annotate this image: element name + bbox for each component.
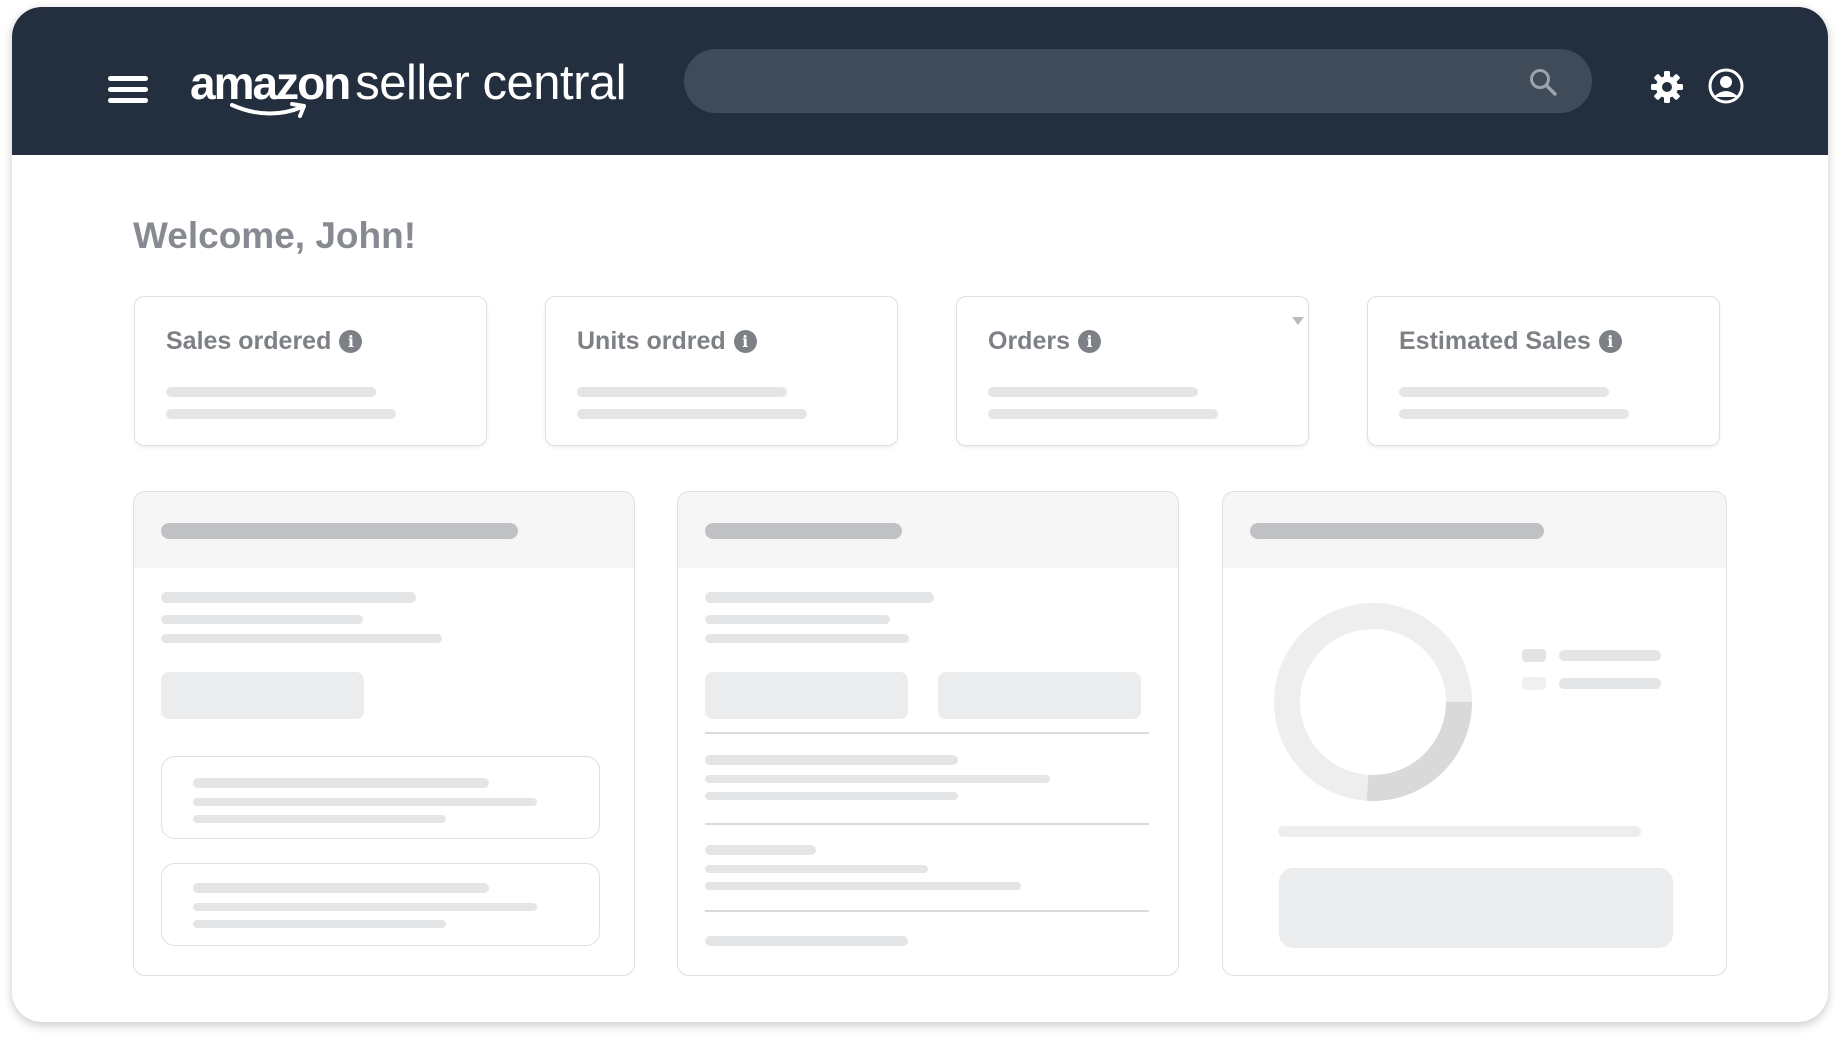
skeleton-line <box>1278 826 1641 837</box>
metric-title: Estimated Sales i <box>1399 327 1622 356</box>
user-circle-icon[interactable] <box>1707 67 1745 105</box>
skeleton-line <box>705 592 934 603</box>
skeleton-title <box>161 523 518 539</box>
info-icon[interactable]: i <box>733 330 757 353</box>
skeleton-line <box>193 778 489 788</box>
skeleton-line <box>161 592 416 603</box>
metric-label: Orders <box>988 327 1070 355</box>
logo-product-text: seller central <box>355 56 627 110</box>
skeleton-line <box>705 755 958 765</box>
skeleton-line <box>705 936 908 946</box>
skeleton-button[interactable] <box>705 672 908 719</box>
skeleton-line <box>577 387 787 397</box>
dashboard-panel-right <box>1222 491 1727 976</box>
app-window: amazon seller central Welcome, John! Sal… <box>12 7 1828 1022</box>
skeleton-button[interactable] <box>938 672 1141 719</box>
skeleton-line <box>1399 409 1629 419</box>
skeleton-line <box>193 920 446 928</box>
skeleton-title <box>1250 523 1544 539</box>
legend-swatch <box>1522 649 1546 662</box>
metric-card-sales-ordered[interactable]: Sales ordered i <box>134 296 487 446</box>
skeleton-line <box>705 882 1021 890</box>
divider <box>705 732 1149 734</box>
skeleton-line <box>705 634 909 643</box>
skeleton-button[interactable] <box>1279 868 1673 948</box>
skeleton-line <box>705 775 1050 783</box>
skeleton-line <box>705 845 816 855</box>
hamburger-menu-icon[interactable] <box>108 73 150 107</box>
metric-title: Sales ordered i <box>166 327 363 356</box>
donut-segment <box>1366 701 1472 801</box>
skeleton-line <box>705 615 890 624</box>
skeleton-line <box>1399 387 1609 397</box>
search-icon[interactable] <box>1528 67 1558 97</box>
search-bar[interactable] <box>684 49 1592 113</box>
panel-header <box>678 492 1178 568</box>
metric-card-orders[interactable]: Orders i <box>956 296 1309 446</box>
skeleton-title <box>705 523 902 539</box>
dropdown-caret-icon[interactable] <box>1292 317 1304 325</box>
skeleton-line <box>193 798 537 806</box>
skeleton-line <box>193 815 446 823</box>
panel-header <box>134 492 634 568</box>
info-icon[interactable]: i <box>1598 330 1622 353</box>
metric-label: Estimated Sales <box>1399 327 1591 355</box>
skeleton-line <box>161 615 363 624</box>
skeleton-button[interactable] <box>161 672 364 719</box>
skeleton-line <box>193 903 537 911</box>
skeleton-line <box>193 883 489 893</box>
amazon-seller-central-logo[interactable]: amazon seller central <box>190 55 627 125</box>
skeleton-line <box>166 387 376 397</box>
info-icon[interactable]: i <box>339 330 363 353</box>
metric-title: Units ordred i <box>577 327 757 356</box>
search-input[interactable] <box>714 59 1494 103</box>
skeleton-line <box>166 409 396 419</box>
dashboard-panel-middle <box>677 491 1179 976</box>
info-icon[interactable]: i <box>1077 330 1101 353</box>
gear-icon[interactable] <box>1649 69 1685 105</box>
welcome-heading: Welcome, John! <box>133 215 417 256</box>
skeleton-line <box>705 865 928 873</box>
metric-label: Units ordred <box>577 327 726 355</box>
skeleton-line <box>577 409 807 419</box>
skeleton-line <box>988 409 1218 419</box>
donut-chart <box>1274 603 1472 801</box>
dashboard-panel-left <box>133 491 635 976</box>
metric-label: Sales ordered <box>166 327 332 355</box>
list-item-card[interactable] <box>161 756 600 839</box>
metric-card-estimated-sales[interactable]: Estimated Sales i <box>1367 296 1720 446</box>
divider <box>705 823 1149 825</box>
amazon-smile-icon <box>230 102 306 118</box>
skeleton-line <box>161 634 442 643</box>
metric-card-units-ordered[interactable]: Units ordred i <box>545 296 898 446</box>
legend-label-skeleton <box>1559 678 1661 689</box>
list-item-card[interactable] <box>161 863 600 946</box>
divider <box>705 910 1149 912</box>
legend-label-skeleton <box>1559 650 1661 661</box>
skeleton-line <box>705 792 958 800</box>
metric-title: Orders i <box>988 327 1101 356</box>
top-navigation-bar: amazon seller central <box>12 7 1828 155</box>
skeleton-line <box>988 387 1198 397</box>
panel-header <box>1223 492 1726 568</box>
legend-swatch <box>1522 677 1546 690</box>
